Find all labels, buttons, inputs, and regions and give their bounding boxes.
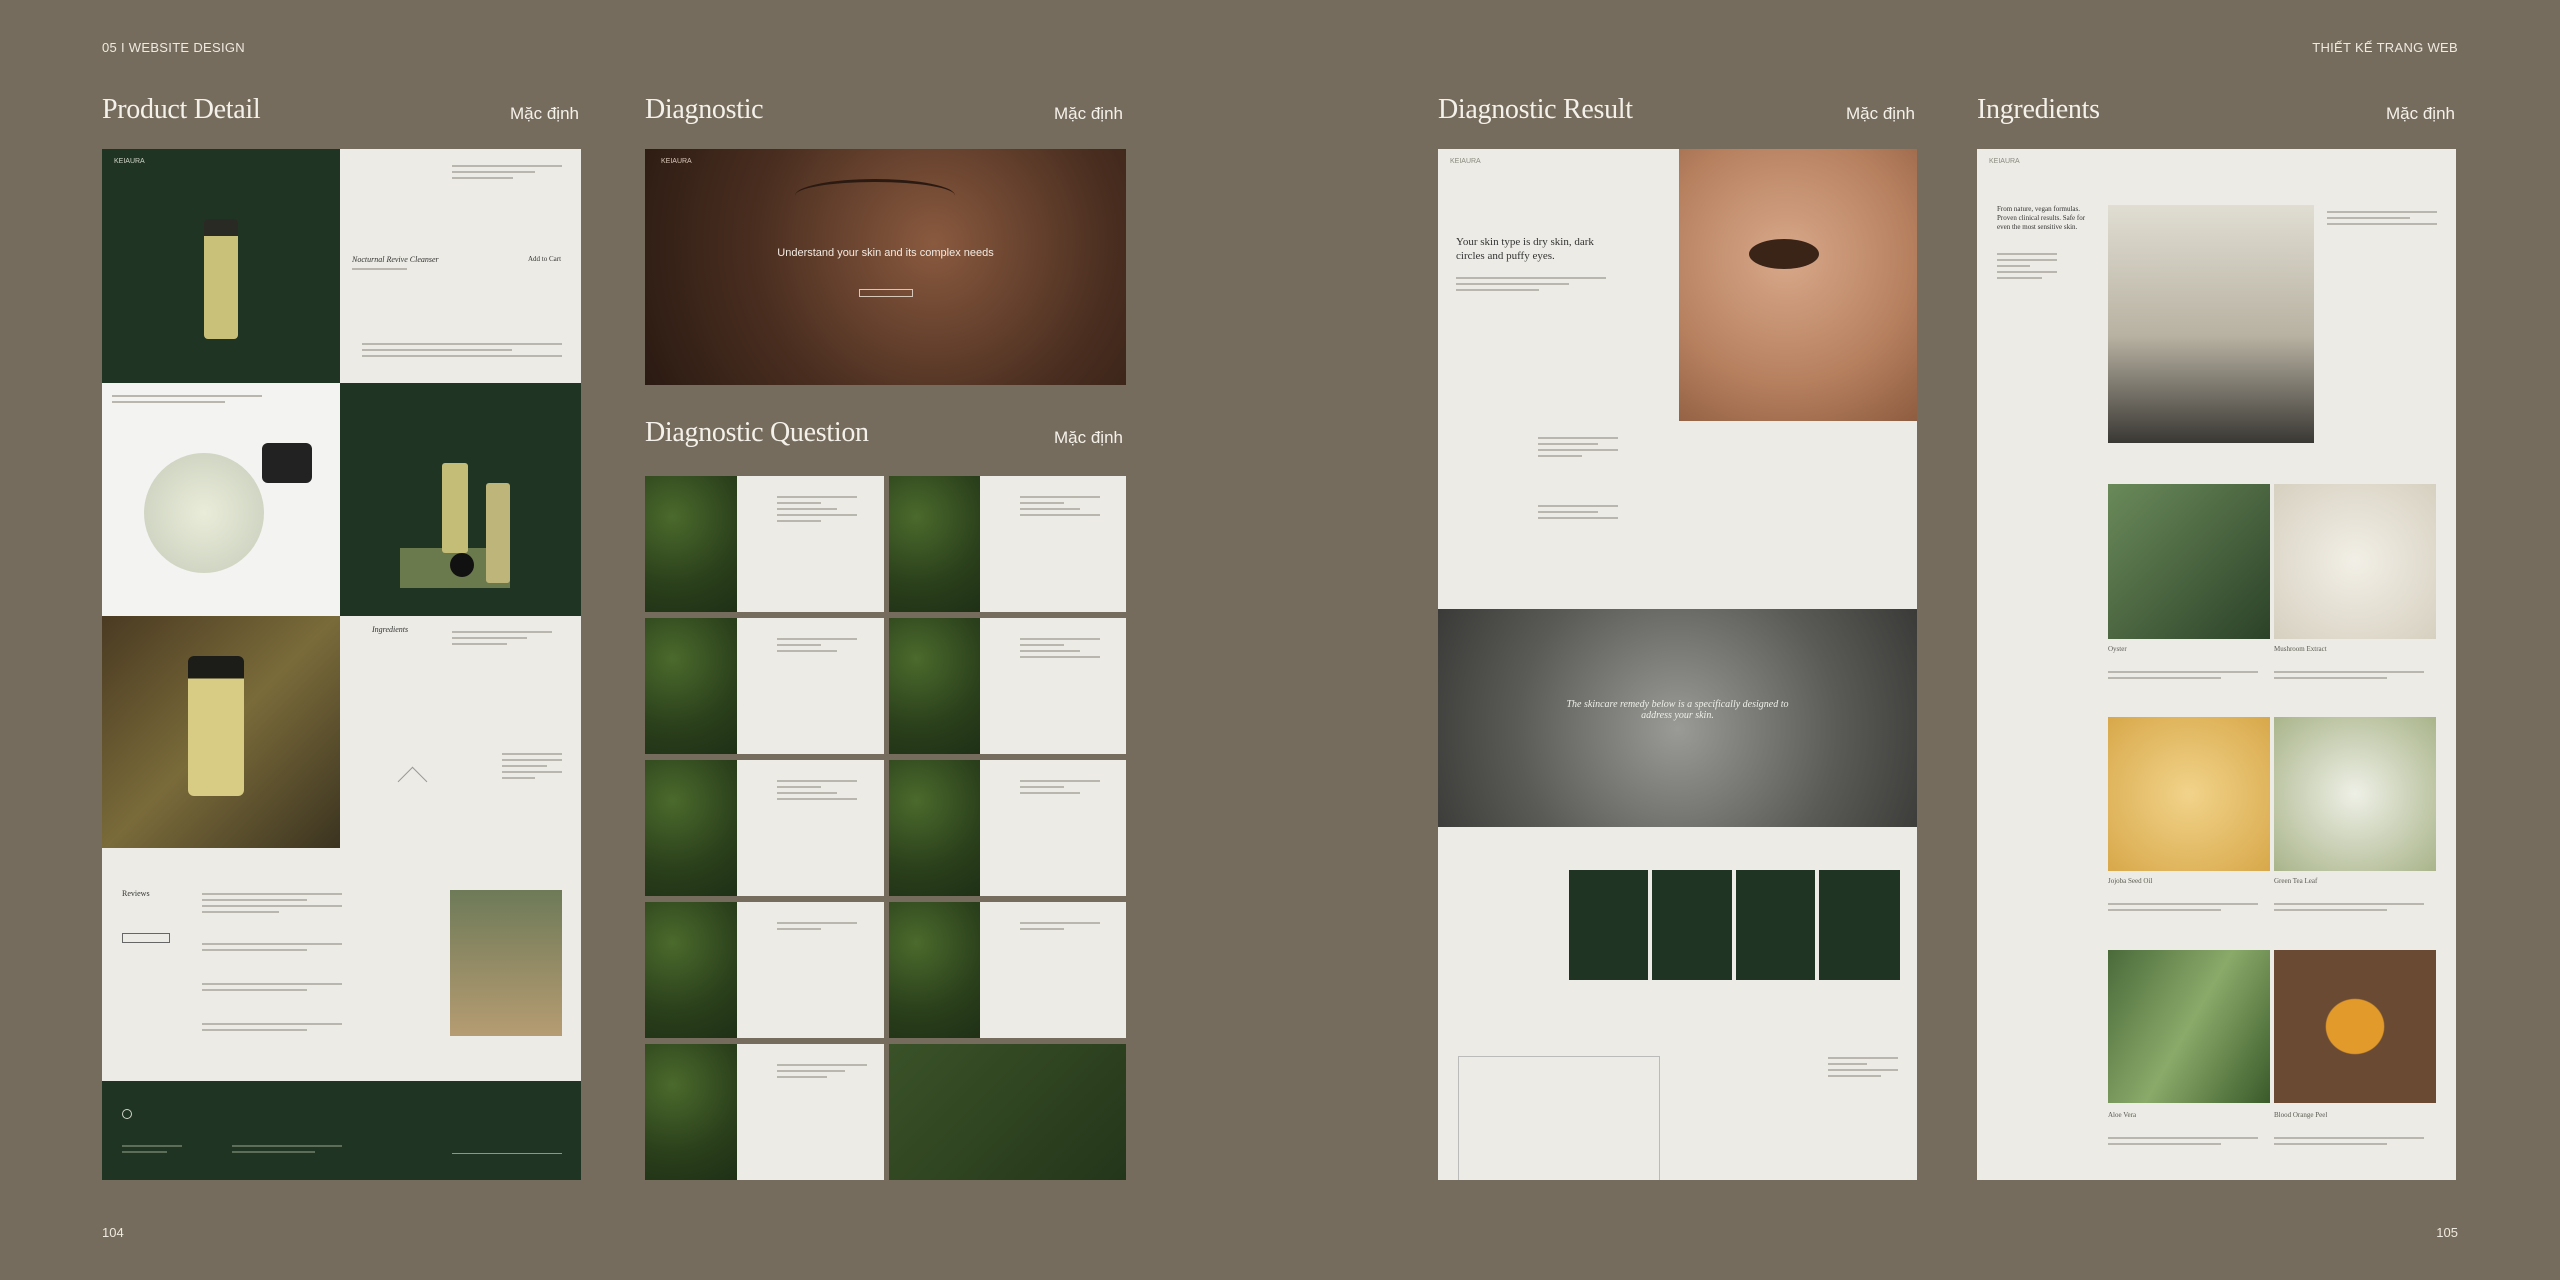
ingredient-name-jojoba: Jojoba Seed Oil (2108, 877, 2153, 885)
question-7-panel (737, 902, 884, 1038)
ingredient-image-aloe (2108, 950, 2270, 1103)
ingredients-mockup: KEIAURA From nature, vegan formulas. Pro… (1977, 149, 2456, 1180)
question-5-panel (737, 760, 884, 896)
diagnostic-hero: KEIAURA Understand your skin and its com… (645, 149, 1126, 385)
product-info: Nocturnal Revive Cleanser (352, 255, 452, 274)
diagnostic-question-mode: Mặc định (1054, 428, 1123, 447)
ingredients-label: Ingredients (372, 625, 409, 634)
question-3-image (645, 618, 737, 754)
serum-bottle-branch (188, 656, 244, 796)
diagnostic-title: Diagnostic (645, 94, 764, 125)
eye-shape (1749, 239, 1819, 269)
review-product-image (450, 890, 562, 1036)
question-4-image (889, 618, 980, 754)
ingredients-mode: Mặc định (2386, 104, 2455, 123)
product-hero-image: KEIAURA (102, 149, 340, 383)
product-name: Nocturnal Revive Cleanser (352, 255, 439, 264)
ingredient-image-jojoba (2108, 717, 2270, 871)
remedy-product-1[interactable] (1569, 870, 1648, 980)
question-9-panel (737, 1044, 884, 1180)
diagnostic-result-mode: Mặc định (1846, 104, 1915, 123)
eye-closeup-image (1679, 149, 1917, 421)
page-number-left: 104 (102, 1225, 124, 1240)
product-detail-title: Product Detail (102, 94, 261, 125)
product-detail-mockup: KEIAURA Nocturnal Revive Cleanser Add to… (102, 149, 581, 1180)
question-2-image (889, 476, 980, 612)
remedy-product-3[interactable] (1736, 870, 1815, 980)
footer-logo-icon (122, 1109, 132, 1119)
question-8-panel (980, 902, 1126, 1038)
ingredient-name-aloe: Aloe Vera (2108, 1111, 2137, 1119)
diagnostic-question-grid (645, 476, 1126, 1181)
ingredient-image-mushroom (2274, 484, 2436, 639)
chevron-up-icon[interactable] (397, 766, 428, 797)
bottle-on-branch-image (102, 616, 340, 848)
question-9-image (645, 1044, 737, 1180)
ingredient-name-orange: Blood Orange Peel (2274, 1111, 2328, 1119)
remedy-product-2[interactable] (1652, 870, 1732, 980)
diagnostic-hero-text: Understand your skin and its complex nee… (777, 247, 994, 259)
add-to-cart-button[interactable]: Add to Cart (528, 255, 561, 263)
gel-texture-image (102, 383, 340, 616)
section-label-right: THIẾT KẾ TRANG WEB (2312, 40, 2458, 55)
newsletter-input[interactable] (452, 1153, 562, 1154)
remedy-text: The skincare remedy below is a specifica… (1566, 699, 1789, 721)
skin-type-result: Your skin type is dry skin, dark circles… (1456, 236, 1594, 262)
ingredient-image-orange (2274, 950, 2436, 1103)
product-detail-mode: Mặc định (510, 104, 579, 123)
ingredient-name-mushroom: Mushroom Extract (2274, 645, 2327, 653)
routine-grid (1458, 1056, 1660, 1180)
question-6-image (889, 760, 980, 896)
question-loading-panel (889, 1044, 1126, 1180)
serum-bottle (204, 219, 238, 339)
ingredients-intro: From nature, vegan formulas. Proven clin… (1997, 205, 2086, 231)
question-2-panel (980, 476, 1126, 612)
ingredient-image-oyster (2108, 484, 2270, 639)
dropper-bottle (262, 443, 312, 483)
ingredients-hero-image (2108, 205, 2314, 443)
section-label-left: 05 I WEBSITE DESIGN (102, 40, 245, 55)
question-8-image (889, 902, 980, 1038)
question-5-image (645, 760, 737, 896)
box-emblem (450, 553, 474, 577)
write-review-button[interactable] (122, 933, 170, 943)
brand-logo: KEIAURA (661, 158, 692, 165)
brand-logo: KEIAURA (114, 158, 145, 165)
bottle-large (442, 463, 468, 553)
water-hands-image: The skincare remedy below is a specifica… (1438, 609, 1917, 827)
ingredient-image-green-tea (2274, 717, 2436, 871)
ingredients-title: Ingredients (1977, 94, 2100, 125)
question-1-image (645, 476, 737, 612)
page-number-right: 105 (2436, 1225, 2458, 1240)
diagnostic-result-title: Diagnostic Result (1438, 94, 1633, 125)
remedy-product-4[interactable] (1819, 870, 1900, 980)
bottle-small (486, 483, 510, 583)
diagnostic-result-mockup: KEIAURA Your skin type is dry skin, dark… (1438, 149, 1917, 1180)
eyebrow-shape (795, 179, 955, 212)
ingredient-name-green-tea: Green Tea Leaf (2274, 877, 2318, 885)
question-6-panel (980, 760, 1126, 896)
question-4-panel (980, 618, 1126, 754)
diagnostic-question-title: Diagnostic Question (645, 417, 869, 448)
question-1-panel (737, 476, 884, 612)
petri-dish (144, 453, 264, 573)
brand-logo: KEIAURA (1450, 158, 1481, 165)
site-footer (102, 1081, 581, 1180)
question-3-panel (737, 618, 884, 754)
brand-logo: KEIAURA (1989, 158, 2020, 165)
start-diagnostic-button[interactable] (859, 289, 913, 297)
diagnostic-mode: Mặc định (1054, 104, 1123, 123)
ingredient-name-oyster: Oyster (2108, 645, 2127, 653)
question-7-image (645, 902, 737, 1038)
reviews-label: Reviews (122, 889, 150, 898)
bottles-on-box-image (340, 383, 581, 616)
